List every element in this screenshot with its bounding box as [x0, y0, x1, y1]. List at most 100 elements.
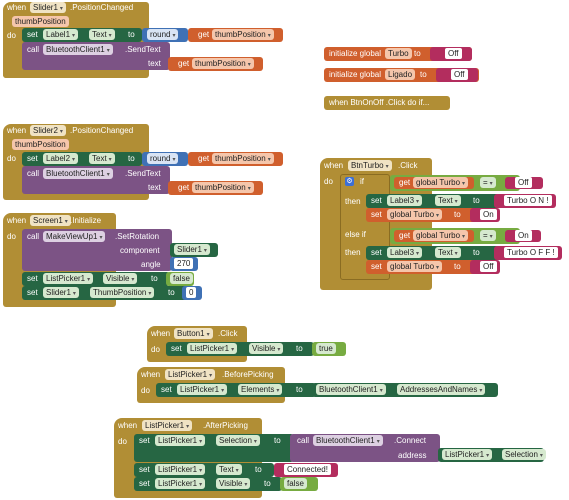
math-op-name: round — [150, 30, 171, 39]
set-keyword: set — [139, 479, 150, 488]
variable-dropdown[interactable]: global Turbo ▾ — [387, 261, 443, 272]
property-dropdown[interactable]: Text ▾ — [435, 247, 461, 258]
component-name: Label1 — [46, 30, 71, 39]
component-dropdown[interactable]: Slider2 ▾ — [30, 125, 66, 136]
component-dropdown[interactable]: Screen1 ▾ — [30, 215, 71, 226]
property-dropdown[interactable]: ThumbPosition ▾ — [90, 287, 155, 298]
component-dropdown[interactable]: ListPicker1 ▾ — [155, 464, 206, 475]
chevron-down-icon: ▾ — [416, 199, 420, 205]
text-literal-value[interactable]: On — [480, 209, 497, 220]
global-name-field[interactable]: Turbo — [385, 48, 412, 59]
number-value[interactable]: 0 — [186, 287, 197, 298]
component-dropdown[interactable]: Slider1 ▾ — [43, 287, 79, 298]
component-dropdown[interactable]: BluetoothClient1 ▾ — [316, 384, 386, 395]
to-keyword: to — [168, 288, 175, 297]
component-dropdown[interactable]: ListPicker1 ▾ — [155, 435, 206, 446]
chevron-down-icon: ▾ — [64, 219, 68, 225]
component-dropdown[interactable]: Label3 ▾ — [387, 247, 423, 258]
property-dropdown[interactable]: Visible ▾ — [216, 478, 251, 489]
component-name: Slider1 — [33, 3, 58, 12]
variable-dropdown[interactable]: thumbPosition ▾ — [212, 153, 274, 164]
property-dropdown[interactable]: Elements ▾ — [238, 384, 283, 395]
component-dropdown[interactable]: ListPicker1 ▾ — [155, 478, 206, 489]
component-dropdown[interactable]: ListPicker1 ▾ — [142, 420, 193, 431]
text-literal-value[interactable]: Turbo O F F ! — [504, 247, 558, 258]
variable-dropdown[interactable]: thumbPosition ▾ — [192, 182, 254, 193]
component-dropdown[interactable]: Slider1 ▾ — [30, 2, 66, 13]
math-op-dropdown[interactable]: round ▾ — [147, 29, 179, 40]
component-dropdown[interactable]: BluetoothClient1 ▾ — [43, 168, 113, 179]
component-dropdown[interactable]: MakeViewUp1 ▾ — [43, 231, 106, 242]
compare-op-dropdown[interactable]: = ▾ — [480, 230, 496, 241]
text-literal-value[interactable]: Off — [445, 48, 462, 59]
number-value[interactable]: 270 — [174, 258, 194, 269]
if-keyword: if — [360, 177, 364, 186]
compare-op-dropdown[interactable]: = ▾ — [480, 177, 496, 188]
component-dropdown[interactable]: BtnTurbo ▾ — [348, 160, 392, 171]
component-dropdown[interactable]: BluetoothClient1 ▾ — [313, 435, 383, 446]
boolean-dropdown[interactable]: false — [284, 478, 307, 489]
chevron-down-icon: ▾ — [199, 468, 203, 474]
property-name: Text — [438, 248, 453, 257]
text-literal-value[interactable]: Turbo O N ! — [504, 195, 552, 206]
property-dropdown[interactable]: Visible ▾ — [249, 343, 284, 354]
gear-icon[interactable]: ⚙ — [345, 177, 354, 186]
component-dropdown[interactable]: Label3 ▾ — [387, 195, 423, 206]
variable-dropdown[interactable]: thumbPosition ▾ — [192, 58, 254, 69]
property-dropdown[interactable]: Visible ▾ — [103, 273, 138, 284]
chevron-down-icon: ▾ — [479, 388, 483, 394]
component-dropdown[interactable]: Label2 ▾ — [43, 153, 79, 164]
component-name: Button1 — [177, 329, 205, 338]
get-keyword: get — [178, 183, 190, 192]
component-name: BluetoothClient1 — [316, 436, 375, 445]
text-literal-value[interactable]: Connected! — [284, 464, 331, 475]
component-dropdown[interactable]: ListPicker1 ▾ — [442, 449, 493, 460]
to-keyword: to — [264, 479, 271, 488]
property-dropdown[interactable]: Selection ▾ — [502, 449, 546, 460]
variable-dropdown[interactable]: global Turbo ▾ — [413, 177, 469, 188]
component-name: ListPicker1 — [46, 274, 86, 283]
variable-dropdown[interactable]: thumbPosition ▾ — [212, 29, 274, 40]
param-thumbposition[interactable]: thumbPosition — [12, 139, 69, 150]
math-op-dropdown[interactable]: round ▾ — [147, 153, 179, 164]
to-keyword: to — [454, 262, 461, 271]
to-keyword: to — [473, 196, 480, 205]
variable-name: global Turbo — [416, 231, 461, 240]
boolean-dropdown[interactable]: true — [316, 343, 336, 354]
property-dropdown[interactable]: Text ▾ — [435, 195, 461, 206]
set-label2-text-block[interactable] — [22, 152, 142, 166]
text-literal-value[interactable]: Off — [451, 69, 468, 80]
property-dropdown[interactable]: Text ▾ — [89, 29, 115, 40]
property-name: Elements — [241, 385, 275, 394]
property-dropdown[interactable]: Text ▾ — [216, 464, 242, 475]
component-dropdown[interactable]: Label1 ▾ — [43, 29, 79, 40]
param-thumbposition[interactable]: thumbPosition — [12, 16, 69, 27]
component-dropdown[interactable]: ListPicker1 ▾ — [177, 384, 228, 395]
global-name-field[interactable]: Ligado — [385, 69, 416, 80]
component-dropdown[interactable]: ListPicker1 ▾ — [43, 273, 94, 284]
component-dropdown[interactable]: ListPicker1 ▾ — [187, 343, 238, 354]
property-dropdown[interactable]: Selection ▾ — [216, 435, 260, 446]
set-keyword: set — [371, 196, 382, 205]
component-name: ListPicker1 — [180, 385, 220, 394]
component-dropdown[interactable]: BluetoothClient1 ▾ — [43, 44, 113, 55]
boolean-dropdown[interactable]: false — [170, 273, 193, 284]
variable-dropdown[interactable]: global Turbo ▾ — [387, 209, 443, 220]
property-dropdown[interactable]: AddressesAndNames ▾ — [397, 384, 486, 395]
variable-name: thumbPosition — [195, 183, 246, 192]
chevron-down-icon: ▾ — [108, 157, 112, 163]
property-name: Text — [92, 154, 107, 163]
to-keyword: to — [255, 465, 262, 474]
variable-dropdown[interactable]: global Turbo ▾ — [413, 230, 469, 241]
component-dropdown[interactable]: Slider1 ▾ — [174, 244, 210, 255]
set-label1-text-block[interactable] — [22, 28, 142, 42]
text-literal-value[interactable]: Off — [515, 177, 532, 188]
component-dropdown[interactable]: Button1 ▾ — [174, 328, 213, 339]
when-keyword: when — [7, 126, 27, 135]
variable-name: thumbPosition — [195, 59, 246, 68]
chevron-down-icon: ▾ — [72, 157, 76, 163]
text-literal-value[interactable]: Off — [480, 261, 497, 272]
text-literal-value[interactable]: On — [515, 230, 532, 241]
property-dropdown[interactable]: Text ▾ — [89, 153, 115, 164]
component-dropdown[interactable]: ListPicker1 ▾ — [165, 369, 216, 380]
